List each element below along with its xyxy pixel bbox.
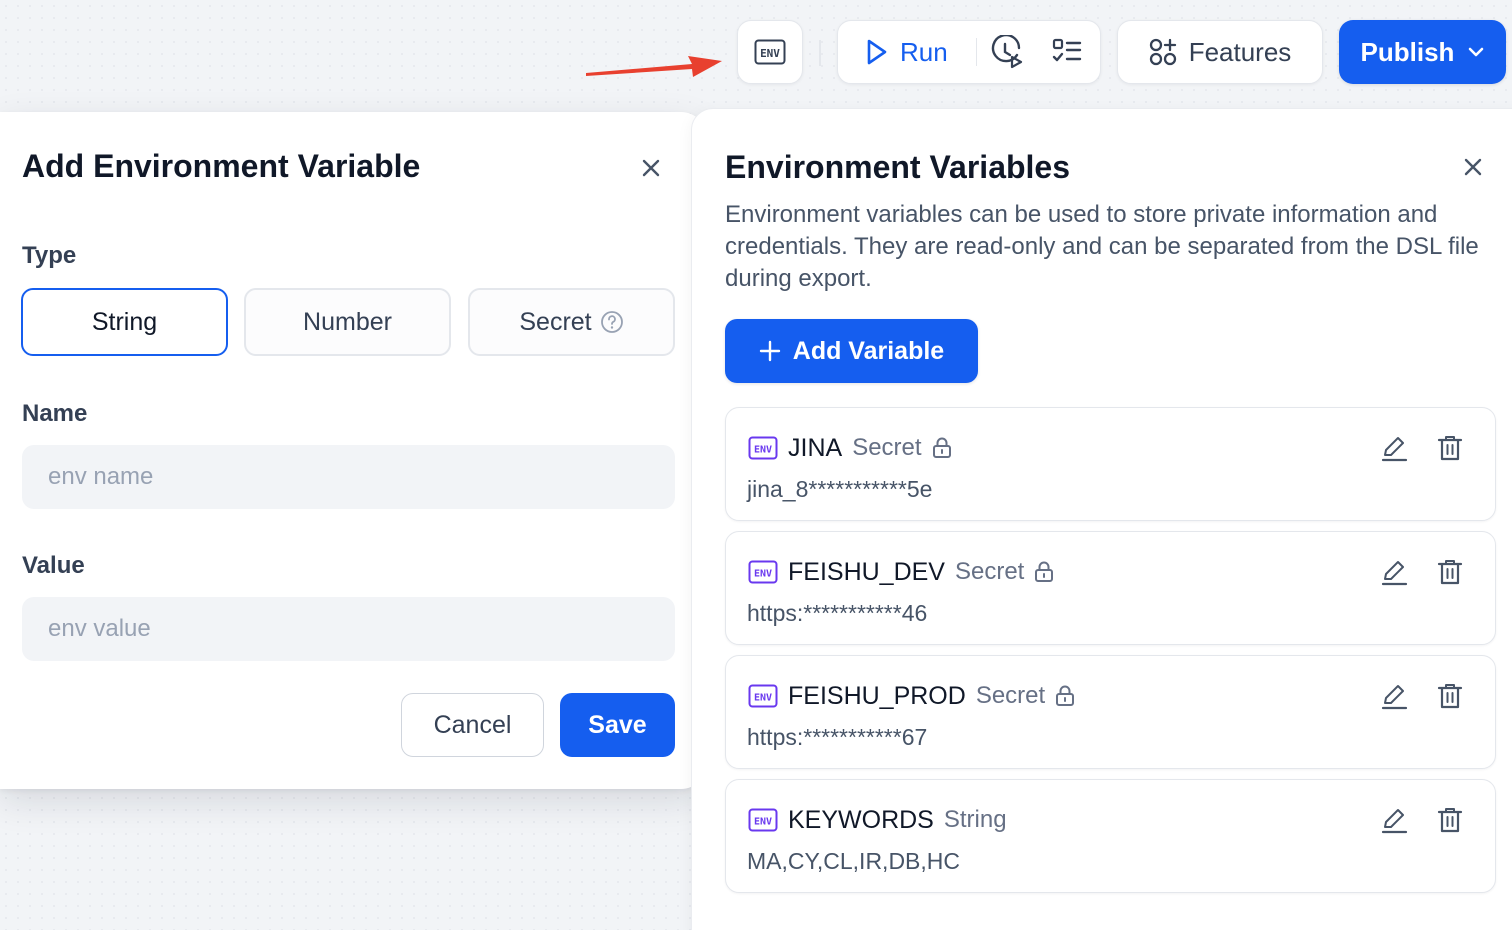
panel-description: Environment variables can be used to sto…	[725, 201, 1479, 292]
variable-header: ENV JINA Secret	[748, 432, 952, 464]
variable-value: jina_8***********5e	[747, 476, 933, 502]
variable-type: Secret	[852, 434, 922, 461]
delete-variable-button[interactable]	[1434, 804, 1466, 836]
variable-name: FEISHU_PROD	[788, 681, 966, 710]
variable-type: Secret	[954, 558, 1025, 585]
variable-value: https:***********67	[747, 724, 928, 750]
run-history-button[interactable]	[977, 21, 1037, 83]
chevron-down-icon	[1469, 47, 1484, 57]
checklist-button[interactable]	[1037, 21, 1097, 83]
publish-label: Publish	[1360, 36, 1455, 67]
env-icon: ENV	[748, 808, 778, 832]
variable-header: ENV KEYWORDS String	[748, 804, 1007, 836]
close-icon[interactable]	[1463, 157, 1483, 177]
variable-header: ENV FEISHU_PROD Secret	[748, 680, 1075, 712]
variable-type: String	[943, 806, 1007, 833]
env-icon-text: ENV	[754, 569, 772, 580]
annotation-arrow	[586, 56, 722, 77]
run-label: Run	[900, 36, 948, 67]
edit-variable-button[interactable]	[1378, 804, 1410, 836]
modal-title: Add Environment Variable	[22, 148, 421, 184]
toolbar-divider	[819, 40, 821, 66]
variable-name: JINA	[788, 433, 843, 462]
run-button-group: Run	[837, 20, 1101, 84]
edit-variable-button[interactable]	[1378, 556, 1410, 588]
add-variable-button[interactable]: Add Variable	[725, 319, 978, 383]
variable-card: ENV KEYWORDS String MA,CY,CL,IR,DB,HC	[725, 779, 1496, 893]
variable-card: ENV JINA Secret jina_8***********5e	[725, 407, 1496, 521]
lock-icon	[1035, 561, 1054, 582]
variable-card: ENV FEISHU_PROD Secret https:***********…	[725, 655, 1496, 769]
type-label: Type	[22, 242, 77, 269]
history-clock-icon	[991, 35, 1022, 69]
type-option-label: String	[91, 307, 158, 336]
publish-button[interactable]: Publish	[1339, 20, 1506, 84]
edit-icon	[1381, 437, 1408, 462]
variable-name: KEYWORDS	[788, 805, 934, 834]
delete-variable-button[interactable]	[1434, 680, 1466, 712]
delete-variable-button[interactable]	[1434, 432, 1466, 464]
variable-type: Secret	[975, 682, 1046, 709]
edit-variable-button[interactable]	[1378, 432, 1410, 464]
trash-icon	[1437, 808, 1463, 833]
env-icon: ENV	[748, 560, 778, 584]
checklist-icon	[1052, 38, 1081, 62]
edit-variable-button[interactable]	[1378, 680, 1410, 712]
plus-icon	[759, 340, 780, 362]
save-button[interactable]: Save	[560, 693, 675, 757]
value-label: Value	[22, 552, 85, 579]
features-label: Features	[1188, 36, 1292, 67]
add-variable-label: Add Variable	[792, 336, 945, 365]
type-option-number[interactable]: Number	[244, 288, 451, 356]
run-button[interactable]: Run	[838, 21, 976, 83]
variable-card: ENV FEISHU_DEV Secret https:***********4…	[725, 531, 1496, 645]
type-option-label: Secret	[519, 307, 592, 336]
lock-icon	[932, 437, 951, 458]
environment-variables-panel: Environment Variables Environment variab…	[691, 108, 1512, 930]
play-icon	[867, 39, 887, 65]
lock-icon	[1056, 685, 1075, 706]
env-icon-text: ENV	[760, 47, 780, 60]
env-toolbar-button[interactable]: ENV	[737, 20, 803, 84]
features-grid-icon	[1149, 38, 1176, 66]
name-label: Name	[22, 400, 88, 427]
variable-header: ENV FEISHU_DEV Secret	[748, 556, 1054, 588]
cancel-button[interactable]: Cancel	[401, 693, 544, 757]
delete-variable-button[interactable]	[1434, 556, 1466, 588]
type-option-string[interactable]: String	[21, 288, 228, 356]
add-env-variable-modal: Add Environment Variable Type String Num…	[0, 112, 707, 789]
env-icon: ENV	[748, 684, 778, 708]
edit-icon	[1381, 685, 1408, 710]
variable-value: https:***********46	[747, 600, 928, 626]
trash-icon	[1437, 684, 1463, 709]
env-value-input[interactable]	[22, 597, 675, 661]
type-option-label: Number	[303, 307, 392, 336]
env-icon-text: ENV	[754, 817, 772, 828]
variable-name: FEISHU_DEV	[788, 557, 945, 586]
trash-icon	[1437, 436, 1463, 461]
trash-icon	[1437, 560, 1463, 585]
variable-value: MA,CY,CL,IR,DB,HC	[747, 848, 961, 874]
help-circle-icon[interactable]	[600, 310, 624, 334]
env-icon: ENV	[754, 39, 786, 65]
panel-title: Environment Variables	[725, 149, 1071, 185]
type-option-secret[interactable]: Secret	[468, 288, 675, 356]
edit-icon	[1381, 561, 1408, 586]
close-icon[interactable]	[641, 158, 661, 178]
features-button[interactable]: Features	[1117, 20, 1323, 84]
env-icon-text: ENV	[754, 693, 772, 704]
env-icon: ENV	[748, 436, 778, 460]
env-icon-text: ENV	[754, 445, 772, 456]
env-name-input[interactable]	[22, 445, 675, 509]
edit-icon	[1381, 809, 1408, 834]
